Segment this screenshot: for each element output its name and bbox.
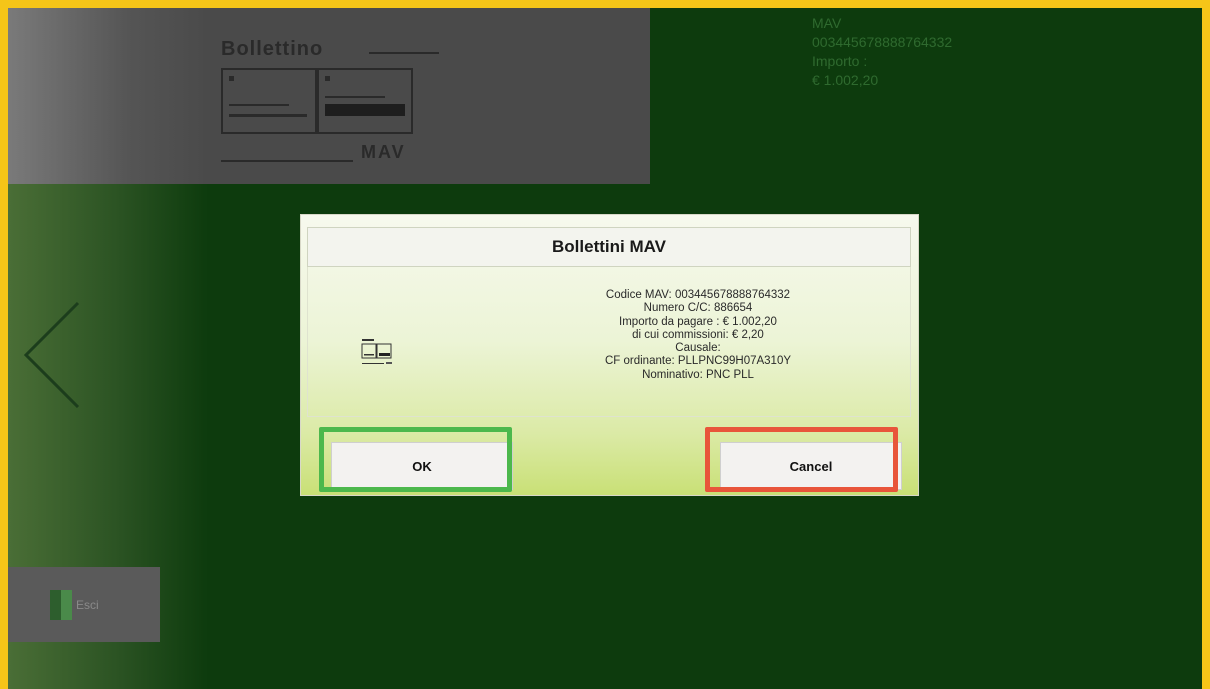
service-header-card: Bollettino MAV [208, 8, 650, 184]
left-strip-top [8, 8, 208, 184]
exit-label: Esci [76, 597, 99, 612]
exit-button[interactable]: Esci [8, 567, 160, 642]
logo-line [369, 52, 439, 54]
info-label-amount: Importo : [812, 53, 868, 69]
info-amount: € 1.002,20 [812, 72, 879, 88]
info-code: 003445678888764332 [812, 34, 953, 50]
status-bar [8, 671, 1202, 689]
logo-slip-right [317, 68, 413, 134]
mav-slip-icon [360, 335, 396, 369]
detail-line: Codice MAV: 003445678888764332 [605, 289, 791, 301]
detail-line: CF ordinante: PLLPNC99H07A310Y [604, 355, 792, 368]
detail-line: Nominativo: PNC PLL [642, 368, 754, 381]
exit-door-icon [50, 589, 72, 620]
mav-logo: Bollettino MAV [221, 28, 439, 168]
detail-line: Causale: [675, 342, 721, 355]
logo-mav-text: MAV [361, 142, 406, 162]
dialog-body: Codice MAV: 003445678888764332 Numero C/… [307, 267, 911, 417]
dialog-title: Bollettini MAV [307, 227, 911, 267]
info-label-mav: MAV [812, 15, 842, 31]
cancel-highlight-box [705, 427, 898, 492]
logo-base-line [221, 160, 353, 162]
payment-info: MAV 003445678888764332 Importo : € 1.002… [812, 14, 952, 90]
app-screen: Bollettino MAV MAV 003445678888764332 Im… [8, 8, 1202, 689]
logo-title: Bollettino [221, 38, 324, 60]
chevron-left-icon[interactable] [18, 298, 88, 409]
ok-highlight-box [319, 427, 512, 492]
detail-line: Numero C/C: 886654 [643, 302, 753, 315]
payment-details: Codice MAV: 003445678888764332 Numero C/… [538, 289, 858, 382]
detail-line: di cui commissioni: € 2,20 [632, 328, 764, 341]
logo-slip-left [221, 68, 317, 134]
detail-line: Importo da pagare : € 1.002,20 [619, 315, 777, 328]
